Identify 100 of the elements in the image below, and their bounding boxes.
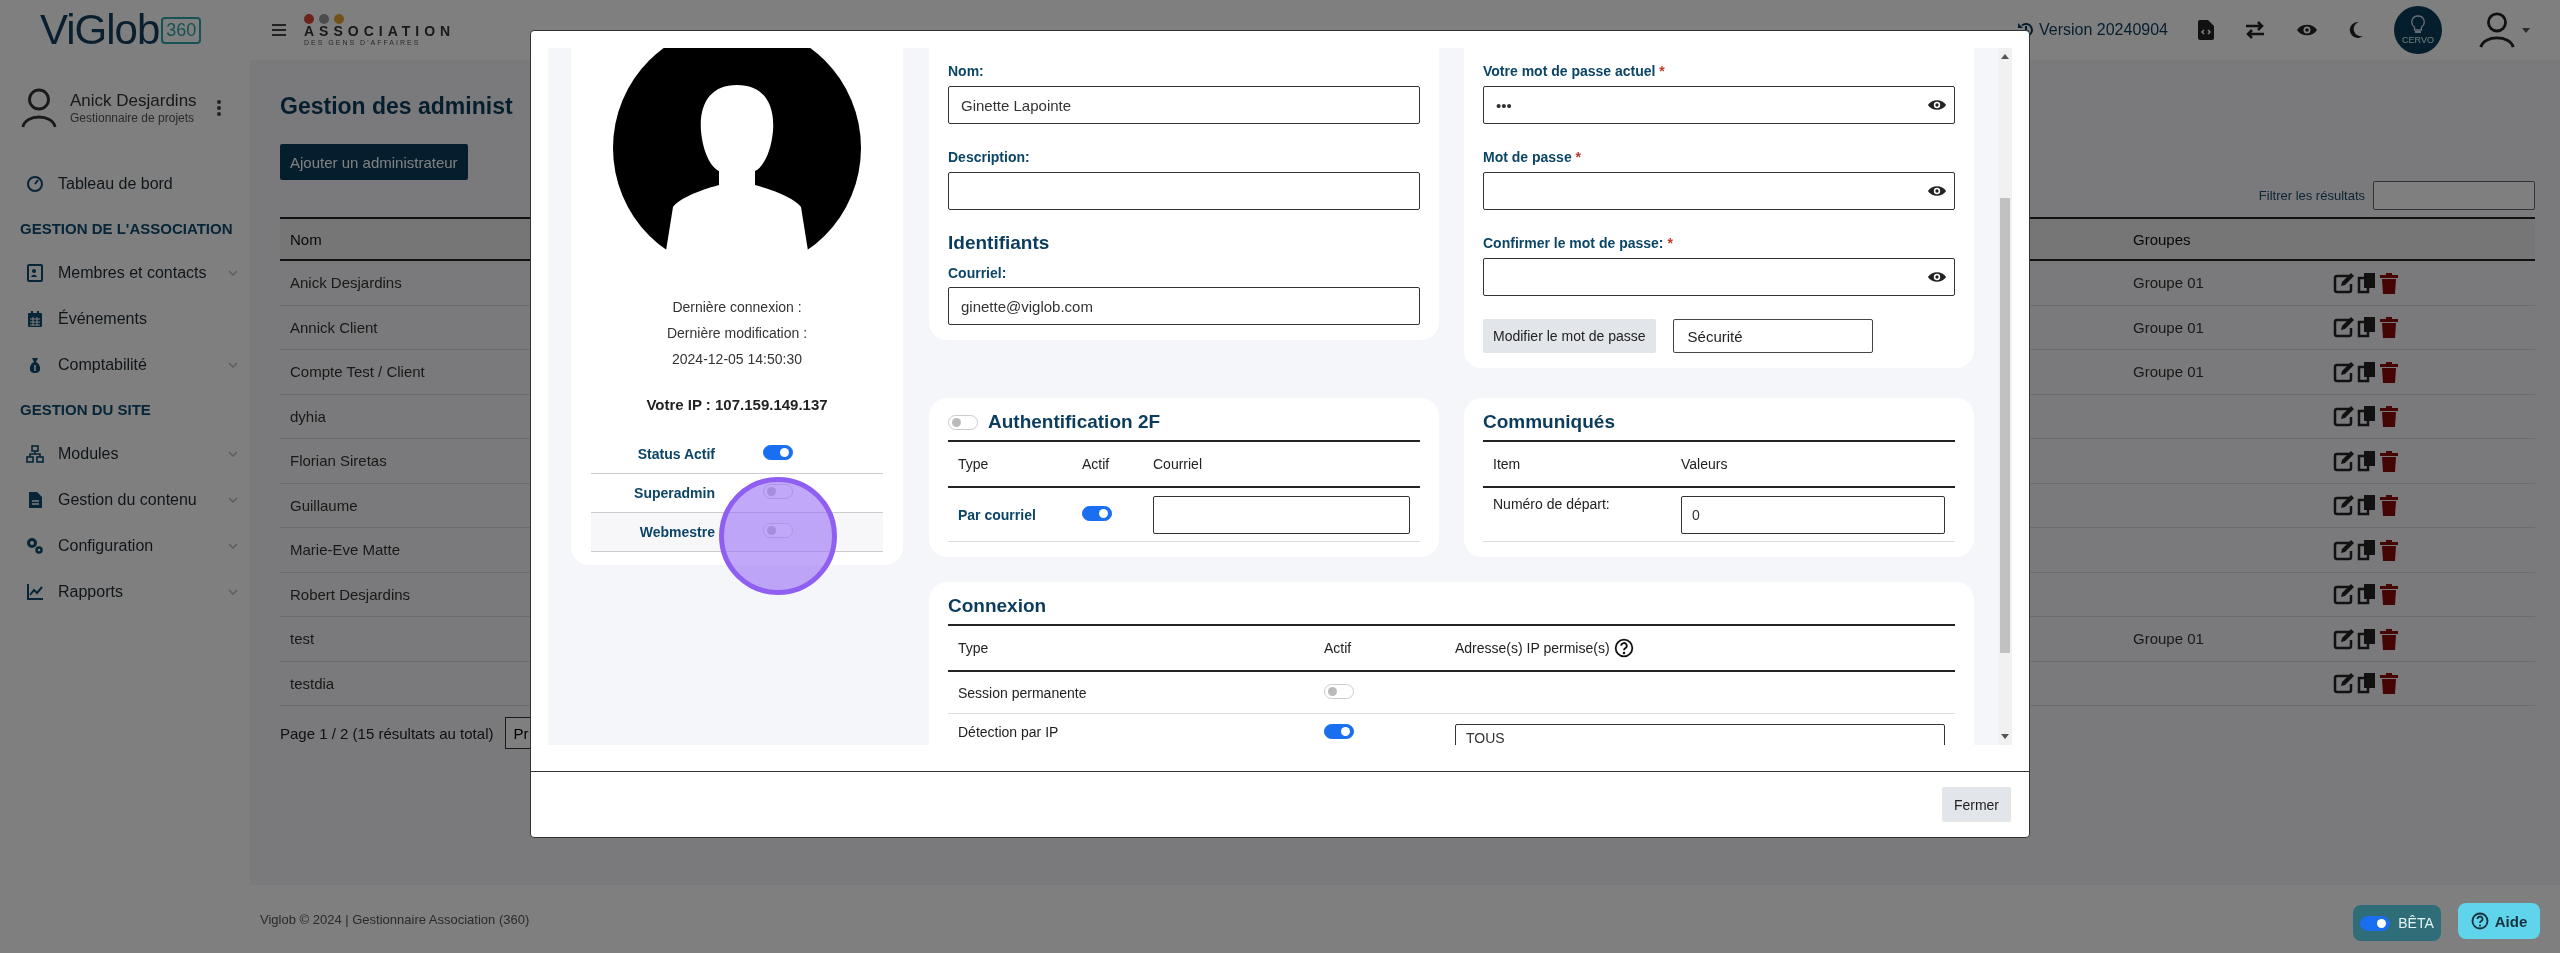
sidebar-item[interactable]: Modules [0, 431, 250, 477]
field-label: Nom: [948, 62, 985, 80]
toggle-switch[interactable] [1324, 683, 1354, 699]
password-field[interactable] [1483, 258, 1955, 296]
table-cell: Marie-Eve Matte [290, 541, 401, 559]
gauge-icon [26, 175, 44, 193]
sidebar-item[interactable]: Événements [0, 296, 250, 342]
copy-icon[interactable] [2357, 449, 2377, 472]
column-header: Item [1492, 456, 1522, 472]
eye-icon[interactable] [1927, 184, 1947, 198]
eye-icon[interactable] [1927, 98, 1947, 112]
ip-address-field[interactable]: TOUS [1455, 724, 1945, 745]
table-cell: Groupe 01 [2133, 363, 2204, 381]
calendar-icon [26, 310, 44, 328]
logo-text: ViGlob [40, 6, 160, 54]
sidebar-item[interactable]: Membres et contacts [0, 250, 250, 296]
edit-icon[interactable] [2333, 405, 2355, 428]
toggle-switch[interactable] [2360, 915, 2391, 931]
sidebar-item[interactable]: Tableau de bord [0, 161, 250, 207]
beta-toggle[interactable]: BÊTA [2353, 905, 2441, 941]
help-button[interactable]: Aide [2458, 903, 2540, 939]
sidebar-item[interactable]: Comptabilité [0, 342, 250, 388]
email-field[interactable] [1153, 495, 1410, 534]
password-field[interactable] [1483, 172, 1955, 210]
copy-icon[interactable] [2357, 316, 2377, 339]
close-button[interactable]: Fermer [1941, 787, 2011, 822]
eye-icon[interactable] [1927, 270, 1947, 284]
copy-icon[interactable] [2357, 271, 2377, 294]
trash-icon[interactable] [2379, 360, 2399, 383]
page-title: Gestion des administ [280, 92, 513, 121]
toggle-switch[interactable] [1324, 724, 1354, 739]
trash-icon[interactable] [2379, 405, 2399, 428]
column-header: Nom [290, 230, 322, 248]
file-code-icon[interactable] [2198, 20, 2214, 40]
beta-label: BÊTA [2398, 915, 2434, 931]
assistant-button[interactable]: CERVO [2394, 6, 2442, 54]
column-header: Courriel [1152, 456, 1203, 472]
user-menu[interactable] [2478, 11, 2530, 49]
sidebar-item[interactable]: Gestion du contenu [0, 477, 250, 523]
table-cell: Annick Client [290, 318, 378, 336]
security-field[interactable]: Sécurité [1672, 319, 1873, 353]
moon-icon[interactable] [2348, 21, 2364, 39]
menu-icon[interactable] [272, 24, 286, 36]
column-header: Groupes [2133, 230, 2191, 248]
password-field[interactable]: ••• [1483, 86, 1955, 124]
trash-icon[interactable] [2379, 449, 2399, 472]
trash-icon[interactable] [2379, 583, 2399, 606]
edit-icon[interactable] [2333, 360, 2355, 383]
edit-icon[interactable] [2333, 627, 2355, 650]
edit-icon[interactable] [2333, 672, 2355, 695]
trash-icon[interactable] [2379, 627, 2399, 650]
toggle-switch[interactable] [763, 444, 793, 460]
field-label: Mot de passe * [1483, 148, 1583, 166]
input-field[interactable]: Ginette Lapointe [948, 86, 1420, 124]
user-role: Gestionnaire de projets [70, 110, 196, 125]
copy-icon[interactable] [2357, 538, 2377, 561]
input-field[interactable]: ginette@viglob.com [948, 287, 1420, 325]
trash-icon[interactable] [2379, 316, 2399, 339]
toggle-switch[interactable] [763, 522, 793, 538]
column-header: Valeurs [1681, 456, 1729, 472]
kebab-menu-icon[interactable] [216, 99, 221, 116]
card-title: Authentification 2F [988, 411, 1161, 433]
copy-icon[interactable] [2357, 494, 2377, 517]
toggle-switch[interactable] [1082, 505, 1112, 521]
help-icon[interactable] [1613, 638, 1634, 658]
change-password-button[interactable]: Modifier le mot de passe [1483, 319, 1656, 353]
swap-arrows-icon[interactable] [2244, 20, 2266, 40]
copy-icon[interactable] [2357, 360, 2377, 383]
edit-icon[interactable] [2333, 271, 2355, 294]
input-field[interactable] [948, 172, 1420, 210]
add-administrator-button[interactable]: Ajouter un administrateur [280, 144, 468, 180]
sidebar-item[interactable]: Configuration [0, 523, 250, 569]
trash-icon[interactable] [2379, 271, 2399, 294]
copy-icon[interactable] [2357, 583, 2377, 606]
card-title: Connexion [948, 595, 1047, 617]
trash-icon[interactable] [2379, 672, 2399, 695]
edit-icon[interactable] [2333, 449, 2355, 472]
edit-icon[interactable] [2333, 494, 2355, 517]
toggle-switch[interactable] [763, 483, 793, 499]
copy-icon[interactable] [2357, 672, 2377, 695]
edit-icon[interactable] [2333, 538, 2355, 561]
edit-icon[interactable] [2333, 316, 2355, 339]
organization-name: ASSOCIATION [304, 24, 456, 39]
column-header: Adresse(s) IP permise(s) [1455, 640, 1610, 656]
sidebar-item[interactable]: Rapports [0, 569, 250, 615]
copy-icon[interactable] [2357, 405, 2377, 428]
table-cell: Florian Siretas [290, 452, 387, 470]
trash-icon[interactable] [2379, 538, 2399, 561]
copy-icon[interactable] [2357, 627, 2377, 650]
filter-field[interactable] [2373, 180, 2535, 210]
table-cell: Groupe 01 [2133, 318, 2204, 336]
toggle-switch[interactable] [948, 414, 978, 430]
edit-icon[interactable] [2333, 583, 2355, 606]
scrollbar[interactable] [1998, 48, 2012, 745]
line-chart-icon [26, 583, 44, 601]
trash-icon[interactable] [2379, 494, 2399, 517]
table-cell: Guillaume [290, 496, 358, 514]
input-field[interactable]: 0 [1681, 496, 1945, 534]
table-cell: Groupe 01 [2133, 274, 2204, 292]
flag-label: Superadmin [634, 485, 715, 501]
